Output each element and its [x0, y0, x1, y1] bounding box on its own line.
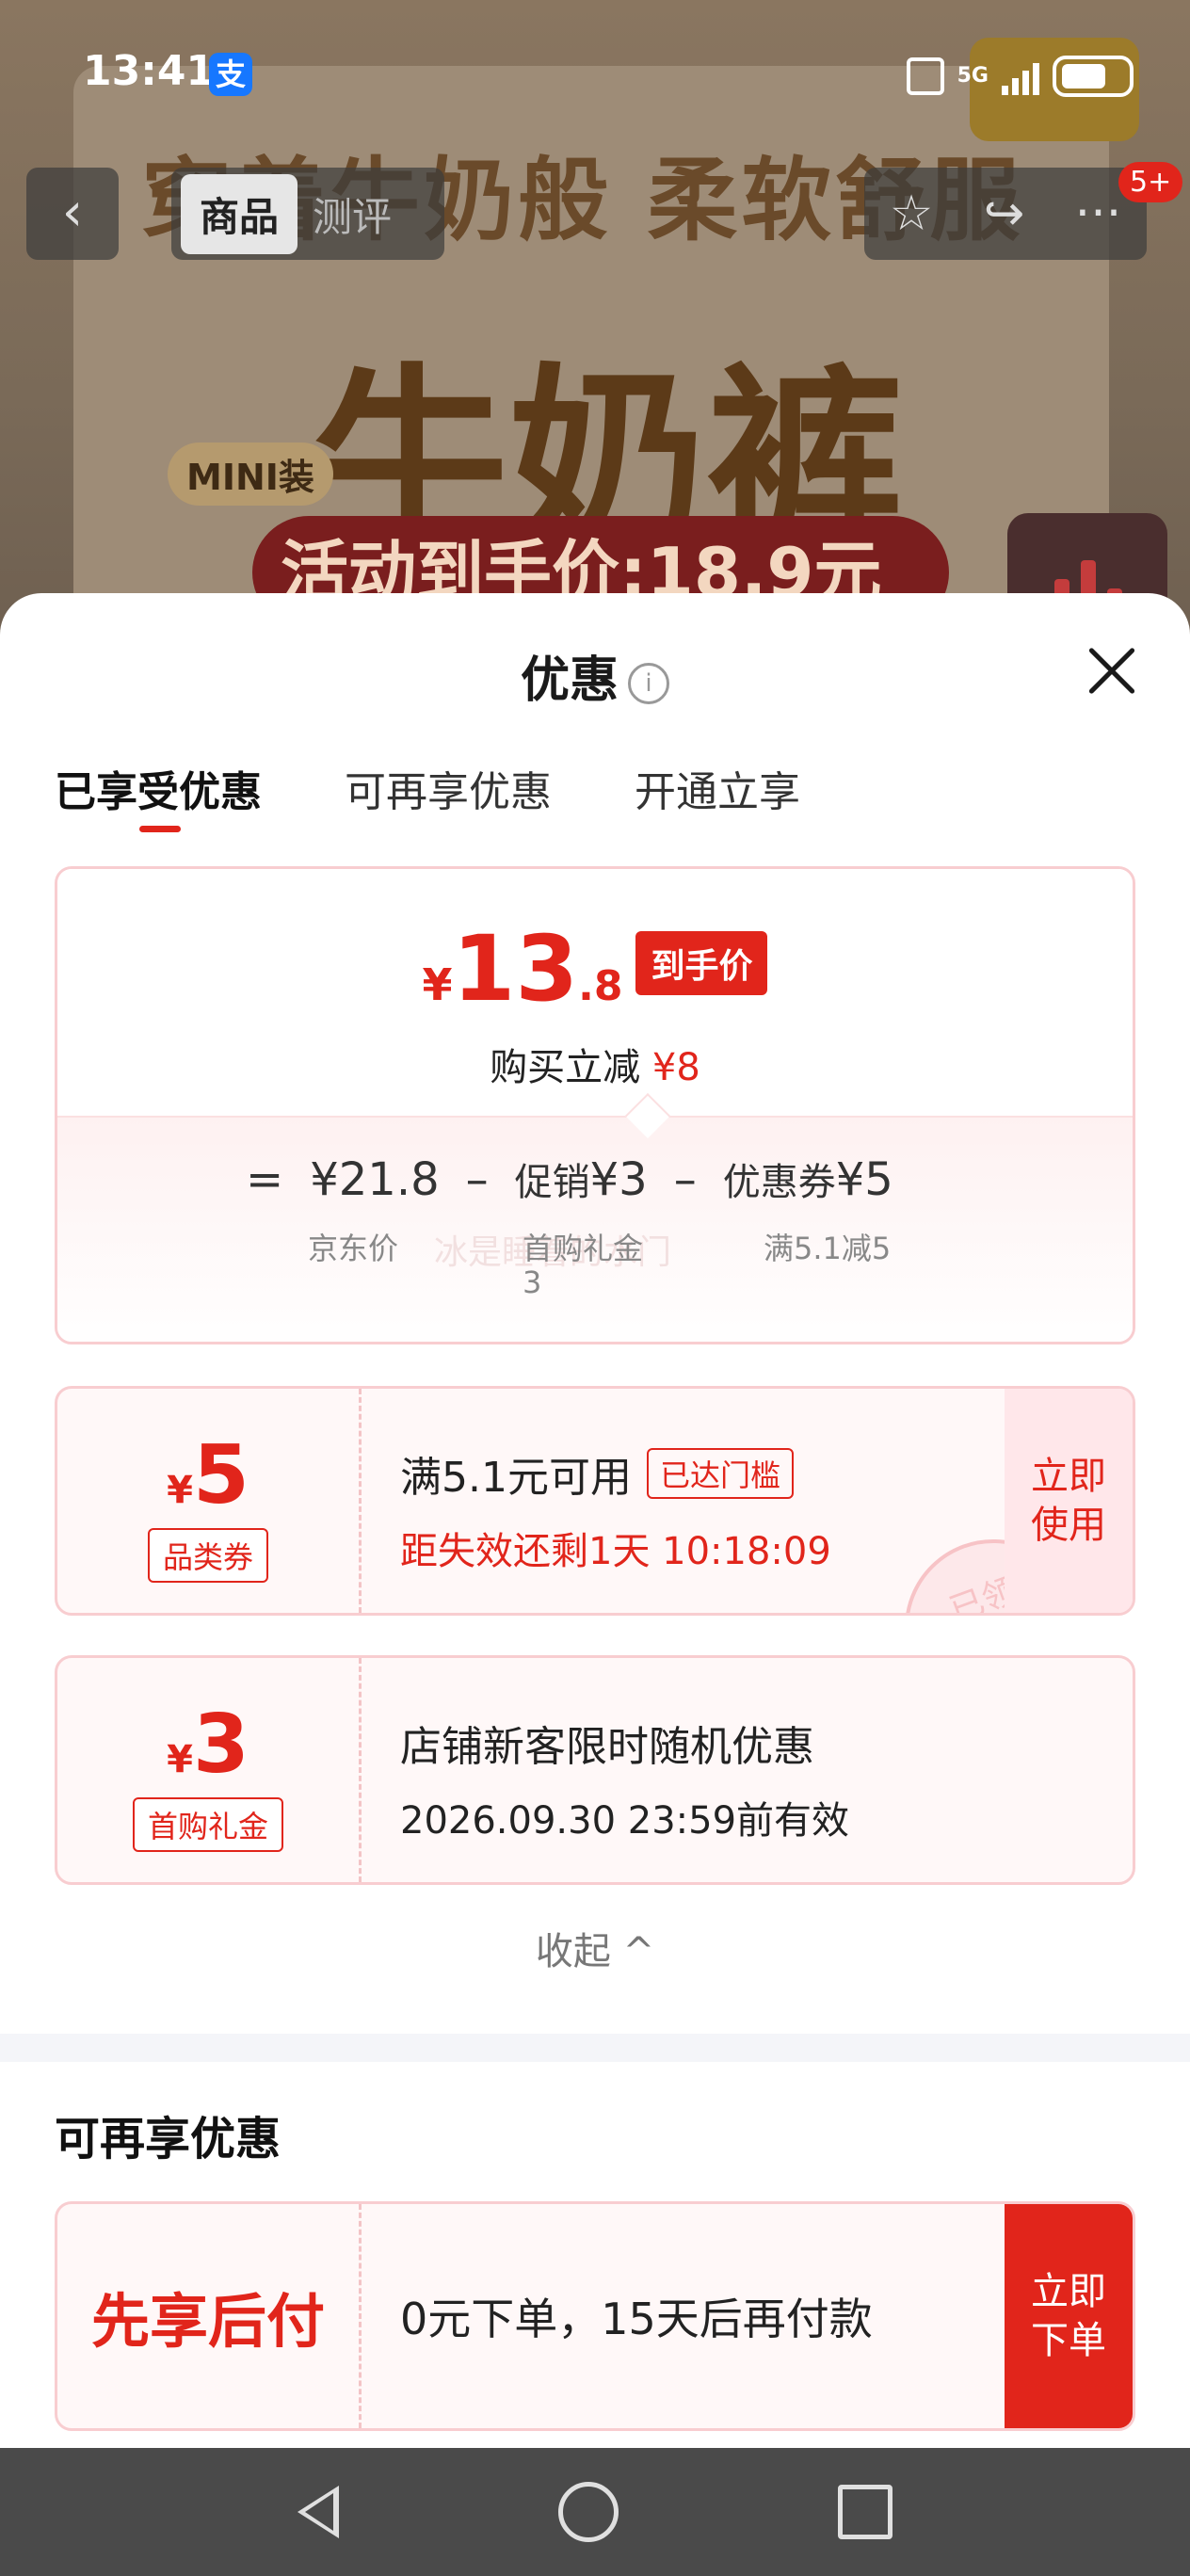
tab-enjoyed[interactable]: 已享受优惠 — [55, 758, 262, 832]
system-nav-bar — [0, 2448, 1190, 2576]
use-now-label: 立即 使用 — [1031, 1455, 1106, 1547]
sheet-title-text: 优惠 — [520, 652, 619, 709]
final-price-tag: 到手价 — [635, 931, 768, 995]
first-purchase-gift-card: ¥3 首购礼金 店铺新客限时随机优惠 2026.09.30 23:59前有效 — [55, 1655, 1135, 1885]
minus-sign-2: – — [673, 1153, 697, 1206]
coupon-countdown: 距失效还剩1天 10:18:09 — [400, 1530, 831, 1573]
order-now-button[interactable]: 立即 下单 — [1005, 2204, 1133, 2428]
gift-amount: ¥3 — [57, 1698, 359, 1792]
coupon-sub-label: 满5.1减5 — [764, 1231, 892, 1266]
alipay-icon: 支 — [209, 53, 252, 96]
status-icons: 5G — [906, 53, 1134, 100]
price-equation: = ¥21.8 – 促销¥3 – 优惠券¥5 — [246, 1151, 920, 1206]
discount-tabs: 已享受优惠 可再享优惠 开通立享 — [55, 758, 800, 832]
tab-review[interactable]: 测评 — [313, 185, 392, 243]
share-icon[interactable]: ↪ — [984, 185, 1025, 242]
sheet-title: 优惠 i — [0, 640, 1190, 711]
save-amount: ¥8 — [651, 1046, 700, 1089]
price-integer: 13 — [452, 916, 579, 1022]
coupon-value: 5 — [193, 1428, 249, 1522]
save-label: 购买立减 — [490, 1046, 641, 1089]
close-icon[interactable] — [1085, 644, 1139, 699]
gift-expiry: 2026.09.30 23:59前有效 — [400, 1799, 850, 1843]
save-line: 购买立减 ¥8 — [57, 1037, 1133, 1091]
network-label: 5G — [957, 64, 989, 88]
tab-more[interactable]: 可再享优惠 — [345, 758, 552, 818]
bnpl-label: 先享后付 — [90, 2287, 325, 2356]
jd-price-label: 京东价 — [308, 1231, 399, 1266]
mini-label: MINI装 — [168, 443, 333, 506]
promo-sub-label: 首购礼金 — [523, 1231, 644, 1266]
coupon-part: 优惠券¥5 — [723, 1151, 893, 1206]
more-icon[interactable]: ··· — [1075, 185, 1122, 242]
coupon-label: 优惠券 — [722, 1161, 836, 1204]
coupon-condition: 满5.1元可用 已达门槛 — [400, 1443, 794, 1504]
message-badge: 5+ — [1118, 162, 1183, 202]
promo-amount: ¥3 — [589, 1153, 648, 1206]
price-decimal: .8 — [578, 962, 623, 1010]
collapse-button[interactable]: 收起 ^ — [0, 1921, 1190, 1975]
discount-sheet: 优惠 i 已享受优惠 可再享优惠 开通立享 ¥13.8 到手价 购买立减 ¥8 = … — [0, 593, 1190, 2448]
clock: 13:41 — [83, 47, 216, 95]
nav-back-icon[interactable] — [298, 2486, 340, 2538]
jd-price: ¥21.8 — [310, 1153, 440, 1206]
coupon-type-tag: 品类券 — [147, 1528, 269, 1583]
gift-type-tag: 首购礼金 — [132, 1797, 284, 1852]
minus-sign: – — [465, 1153, 489, 1206]
equals-sign: = — [246, 1153, 284, 1206]
gift-condition: 店铺新客限时随机优惠 — [400, 1723, 814, 1771]
final-price: ¥13.8 到手价 — [57, 916, 1133, 1022]
coupon-amount: ¥5 — [57, 1428, 359, 1522]
price-breakdown-card: ¥13.8 到手价 购买立减 ¥8 = ¥21.8 – 促销¥3 – 优惠券¥5 … — [55, 866, 1135, 1344]
battery-icon — [1053, 56, 1134, 97]
tab-product[interactable]: 商品 — [181, 173, 298, 254]
signal-icon — [1002, 57, 1039, 95]
promo-label: 促销 — [514, 1161, 590, 1204]
coupon-currency: ¥ — [167, 1469, 193, 1512]
gift-value: 3 — [193, 1698, 249, 1792]
bnpl-card: 先享后付 0元下单，15天后再付款 立即 下单 — [55, 2201, 1135, 2431]
top-actions: ☆ ↪ ··· — [864, 168, 1147, 260]
gift-currency: ¥ — [167, 1738, 193, 1781]
bnpl-description: 0元下单，15天后再付款 — [400, 2294, 873, 2344]
use-now-button[interactable]: 立即 使用 — [1005, 1389, 1133, 1613]
more-discounts-title: 可再享优惠 — [55, 2113, 281, 2165]
threshold-reached-tag: 已达门槛 — [646, 1448, 794, 1499]
nav-recent-icon[interactable] — [837, 2485, 892, 2539]
tab-open[interactable]: 开通立享 — [635, 758, 800, 818]
promo-sub-value: 3 — [523, 1264, 542, 1300]
vibrate-icon — [906, 57, 944, 95]
product-tabs: 商品 测评 — [171, 168, 444, 260]
promo-part: 促销¥3 — [515, 1151, 648, 1206]
nav-home-icon[interactable] — [557, 2482, 619, 2542]
order-now-label: 立即 下单 — [1031, 2270, 1106, 2362]
favorite-star-icon[interactable]: ☆ — [890, 185, 934, 242]
condition-text: 满5.1元可用 — [400, 1454, 632, 1502]
status-bar: 13:41 支 5G — [0, 0, 1190, 151]
coupon-amount: ¥5 — [835, 1153, 893, 1206]
category-coupon-card: ¥5 品类券 满5.1元可用 已达门槛 距失效还剩1天 10:18:09 已领 立… — [55, 1386, 1135, 1616]
back-button[interactable]: ‹ — [26, 168, 119, 260]
currency-symbol: ¥ — [422, 959, 453, 1010]
info-icon[interactable]: i — [628, 663, 669, 704]
